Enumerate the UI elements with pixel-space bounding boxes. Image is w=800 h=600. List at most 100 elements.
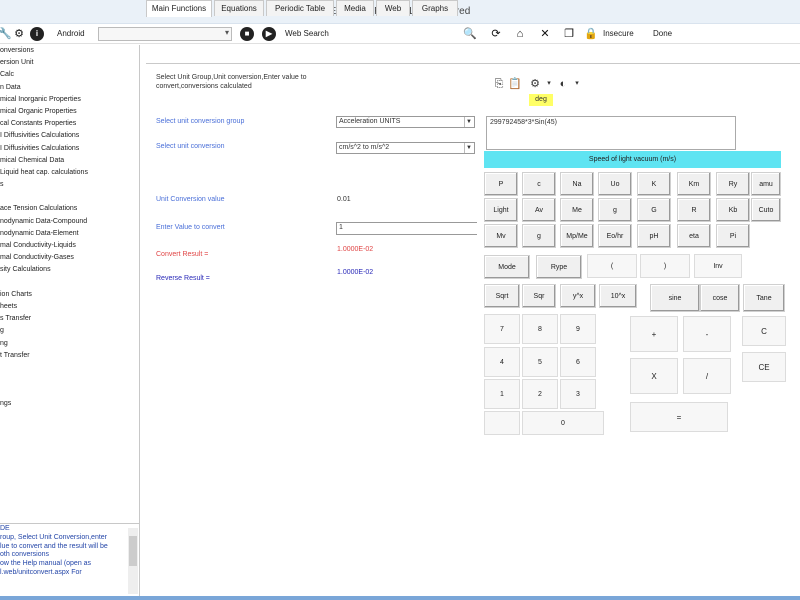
sidebar-item[interactable]: t Transfer (0, 350, 139, 362)
digit-key[interactable]: 5 (522, 347, 558, 377)
plus-key[interactable]: + (630, 316, 678, 352)
search-icon[interactable]: 🔍 (463, 27, 477, 41)
sqrt-key[interactable]: Sqrt (484, 284, 520, 308)
gear-icon[interactable]: ⚙ (12, 27, 26, 41)
close-icon[interactable]: ✕ (538, 27, 552, 41)
refresh-icon[interactable]: ⟳ (489, 27, 503, 41)
sidebar-item[interactable]: sity Calculations (0, 264, 139, 276)
chevron-down-icon[interactable]: ▾ (542, 77, 556, 91)
constant-key[interactable]: c (522, 172, 556, 196)
constant-key[interactable]: Km (677, 172, 711, 196)
sine-key[interactable]: sine (650, 284, 700, 312)
tab-web[interactable]: Web (376, 0, 410, 16)
digit-key[interactable]: 4 (484, 347, 520, 377)
sidebar-item[interactable]: mical Inorganic Properties (0, 94, 139, 106)
constant-key[interactable]: Eo/hr (598, 224, 632, 248)
calculator-display[interactable]: 299792458*3*Sin(45) (486, 116, 736, 150)
divide-key[interactable]: / (683, 358, 731, 394)
sidebar-item[interactable]: mical Chemical Data (0, 155, 139, 167)
sidebar-item[interactable]: ace Tension Calculations (0, 203, 139, 215)
sidebar-item[interactable]: ngs (0, 398, 139, 410)
group-select[interactable]: Acceleration UNITS ▼ (336, 116, 475, 128)
constant-key[interactable]: Av (522, 198, 556, 222)
tab-main-functions[interactable]: Main Functions (146, 0, 212, 17)
constant-key[interactable]: Mv (484, 224, 518, 248)
sidebar-item[interactable]: heets (0, 301, 139, 313)
constant-key[interactable]: Pi (716, 224, 750, 248)
digit-key[interactable]: 1 (484, 379, 520, 409)
enter-value-input[interactable]: 1 (336, 222, 477, 235)
home-icon[interactable]: ⌂ (513, 27, 527, 41)
constant-key[interactable]: g (522, 224, 556, 248)
info-icon[interactable]: i (30, 27, 44, 41)
wrench-icon[interactable]: 🔧 (0, 27, 12, 41)
mode-key[interactable]: Mode (484, 255, 530, 279)
constant-key[interactable]: Ry (716, 172, 750, 196)
sidebar-item[interactable]: Calc (0, 69, 139, 81)
sidebar-item[interactable]: nodynamic Data-Element (0, 228, 139, 240)
digit-key[interactable]: 8 (522, 314, 558, 344)
constant-key[interactable]: Na (560, 172, 594, 196)
constant-key[interactable]: eta (677, 224, 711, 248)
digit-key[interactable]: 9 (560, 314, 596, 344)
constant-key[interactable]: Cuto (751, 198, 781, 222)
sidebar-item[interactable]: s (0, 179, 139, 191)
constant-key[interactable]: P (484, 172, 518, 196)
sidebar-item[interactable]: I Diffusivities Calculations (0, 143, 139, 155)
constant-key[interactable]: pH (637, 224, 671, 248)
lock-icon[interactable]: 🔒 (584, 27, 598, 41)
tangent-key[interactable]: Tane (743, 284, 785, 312)
tab-graphs[interactable]: Graphs (412, 0, 458, 16)
constant-key[interactable]: K (637, 172, 671, 196)
sidebar-item[interactable]: onversions (0, 45, 139, 57)
constant-key[interactable]: G (637, 198, 671, 222)
close-paren-key[interactable]: ) (640, 254, 690, 278)
sidebar-item[interactable] (0, 191, 139, 203)
copy-icon[interactable]: ⎘ (492, 77, 506, 91)
sidebar-item[interactable]: ion Charts (0, 289, 139, 301)
blank-key[interactable] (484, 411, 520, 435)
ten-power-key[interactable]: 10^x (599, 284, 637, 308)
open-paren-key[interactable]: ( (587, 254, 637, 278)
constant-key[interactable]: Uo (598, 172, 632, 196)
help-scroll-thumb[interactable] (129, 536, 137, 566)
sidebar-item[interactable]: n Data (0, 82, 139, 94)
digit-key[interactable]: 2 (522, 379, 558, 409)
type-key[interactable]: Rype (536, 255, 582, 279)
sqr-key[interactable]: Sqr (522, 284, 556, 308)
new-window-icon[interactable]: ❐ (562, 27, 576, 41)
sidebar-item[interactable]: g (0, 325, 139, 337)
clear-entry-key[interactable]: CE (742, 352, 786, 382)
sidebar-item[interactable]: mical Organic Properties (0, 106, 139, 118)
sidebar-item[interactable]: ersion Unit (0, 57, 139, 69)
inverse-key[interactable]: Inv (694, 254, 742, 278)
constant-key[interactable]: amu (751, 172, 781, 196)
power-key[interactable]: y^x (560, 284, 596, 308)
sidebar-item[interactable] (0, 386, 139, 398)
digit-key[interactable]: 6 (560, 347, 596, 377)
equals-key[interactable]: = (630, 402, 728, 432)
web-search-label[interactable]: Web Search (285, 27, 329, 41)
stop-icon[interactable]: ■ (240, 27, 254, 41)
sidebar-item[interactable] (0, 374, 139, 386)
digit-key[interactable]: 3 (560, 379, 596, 409)
constant-key[interactable]: Mp/Me (560, 224, 594, 248)
digit-key-zero[interactable]: 0 (522, 411, 604, 435)
tab-equations[interactable]: Equations (214, 0, 264, 16)
constant-key[interactable]: Kb (716, 198, 750, 222)
chevron-down-icon[interactable]: ▾ (570, 77, 584, 91)
tab-periodic-table[interactable]: Periodic Table (266, 0, 334, 16)
paste-icon[interactable]: 📋 (508, 77, 522, 91)
sidebar-item[interactable] (0, 362, 139, 374)
sidebar-item[interactable]: I Diffusivities Calculations (0, 130, 139, 142)
settings-icon[interactable]: ⚙ (528, 77, 542, 91)
sidebar-item[interactable]: Liquid heat cap. calculations (0, 167, 139, 179)
tab-media[interactable]: Media (336, 0, 374, 16)
sidebar-item[interactable]: nodynamic Data-Compound (0, 216, 139, 228)
constant-key[interactable]: Light (484, 198, 518, 222)
sidebar-item[interactable]: cal Constants Properties (0, 118, 139, 130)
constant-key[interactable]: g (598, 198, 632, 222)
clear-key[interactable]: C (742, 316, 786, 346)
sidebar-item[interactable]: mal Conductivity-Liquids (0, 240, 139, 252)
play-icon[interactable]: ▶ (262, 27, 276, 41)
